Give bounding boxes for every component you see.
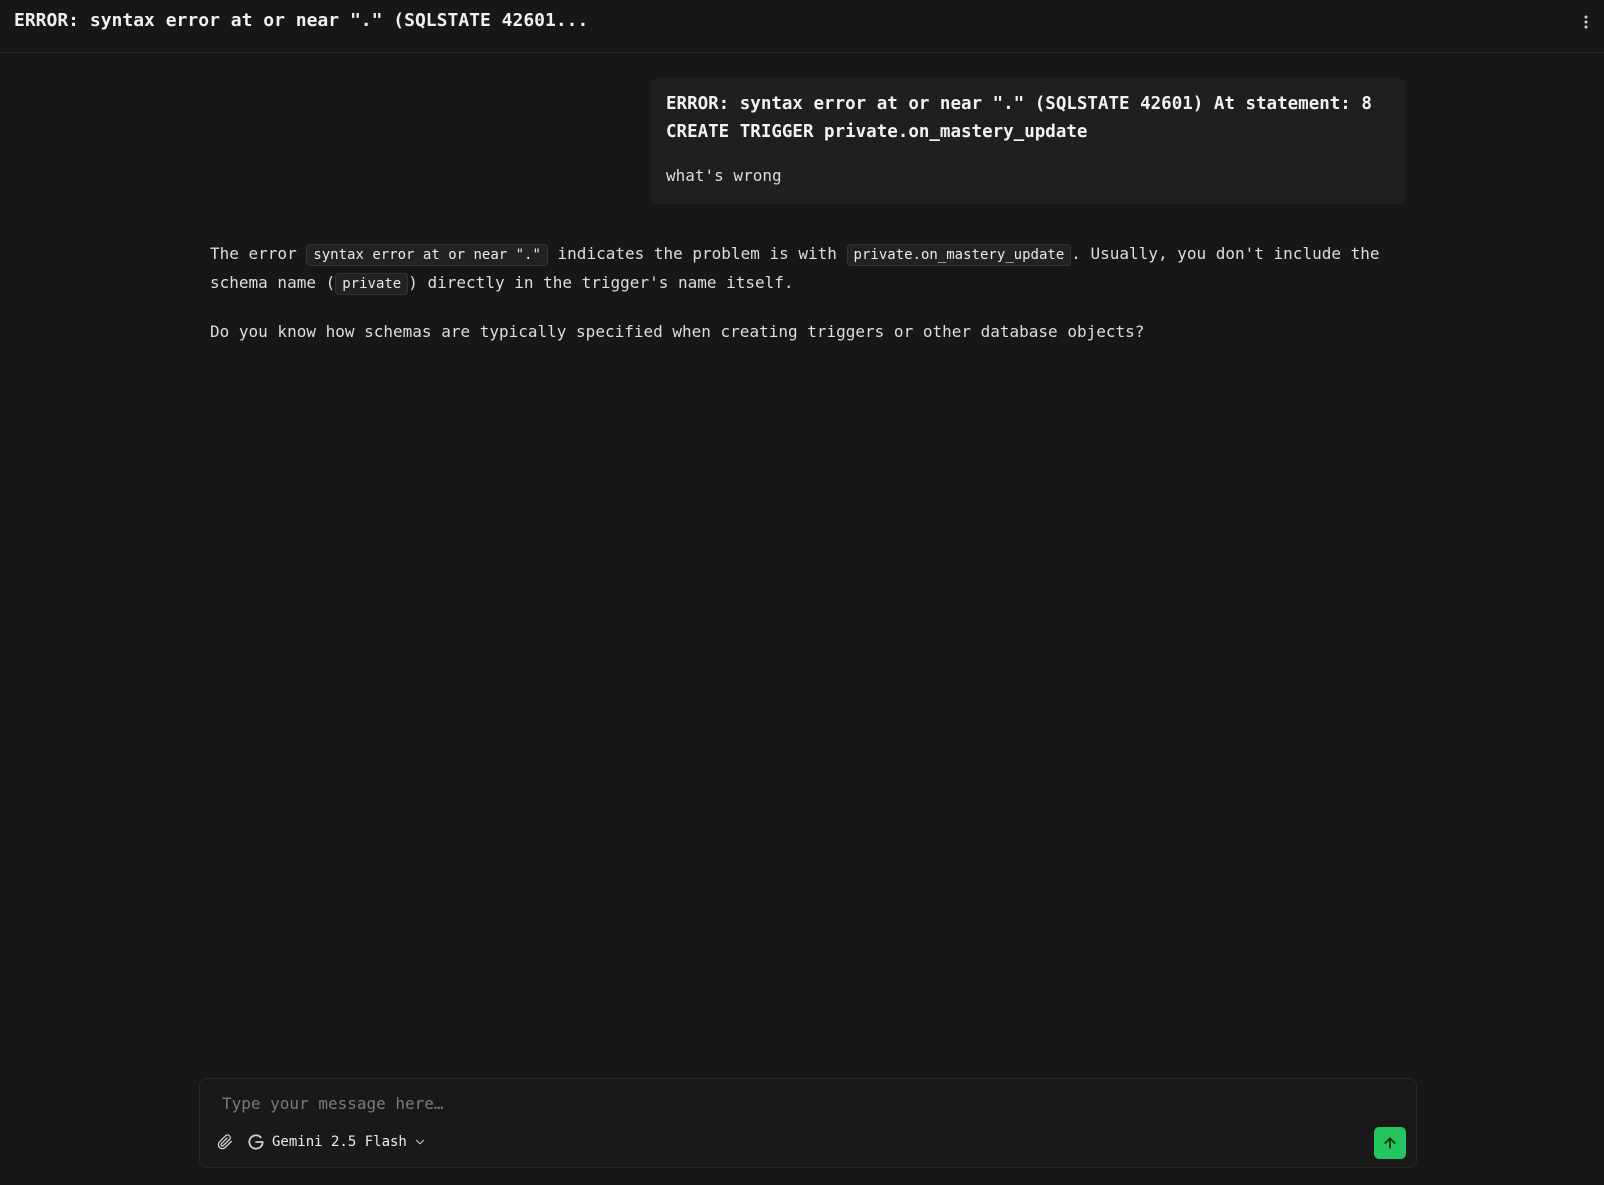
arrow-up-icon [1384, 1137, 1396, 1149]
kebab-icon [1584, 15, 1588, 29]
assistant-text: The error [210, 244, 307, 263]
send-button[interactable] [1374, 1127, 1406, 1159]
user-message-code-line-1: ERROR: syntax error at or near "." (SQLS… [666, 94, 1372, 114]
top-bar: ERROR: syntax error at or near "." (SQLS… [0, 0, 1604, 53]
chevron-down-icon [415, 1139, 424, 1145]
inline-code: private.on_mastery_update [846, 244, 1072, 266]
user-message: ERROR: syntax error at or near "." (SQLS… [650, 78, 1406, 204]
assistant-paragraph-1: The error syntax error at or near "." in… [210, 240, 1410, 298]
attach-button[interactable] [214, 1131, 236, 1153]
model-selector[interactable]: Gemini 2.5 Flash [246, 1130, 427, 1154]
message-composer: Gemini 2.5 Flash [199, 1078, 1417, 1168]
paperclip-icon [217, 1134, 232, 1150]
google-g-icon [248, 1134, 264, 1150]
user-message-code-line-2: CREATE TRIGGER private.on_mastery_update [666, 122, 1088, 142]
chat-app: ERROR: syntax error at or near "." (SQLS… [0, 0, 1604, 1185]
assistant-paragraph-2: Do you know how schemas are typically sp… [210, 322, 1145, 341]
chat-title: ERROR: syntax error at or near "." (SQLS… [14, 10, 589, 31]
more-options-button[interactable] [1578, 12, 1594, 32]
inline-code: private [335, 273, 409, 295]
user-message-text: what's wrong [666, 166, 782, 185]
message-input[interactable] [220, 1089, 1384, 1117]
assistant-text: indicates the problem is with [547, 244, 847, 263]
assistant-message: The error syntax error at or near "." in… [210, 240, 1410, 366]
assistant-text: ) directly in the trigger's name itself. [408, 273, 794, 292]
inline-code: syntax error at or near "." [306, 244, 548, 266]
model-label: Gemini 2.5 Flash [272, 1134, 407, 1150]
